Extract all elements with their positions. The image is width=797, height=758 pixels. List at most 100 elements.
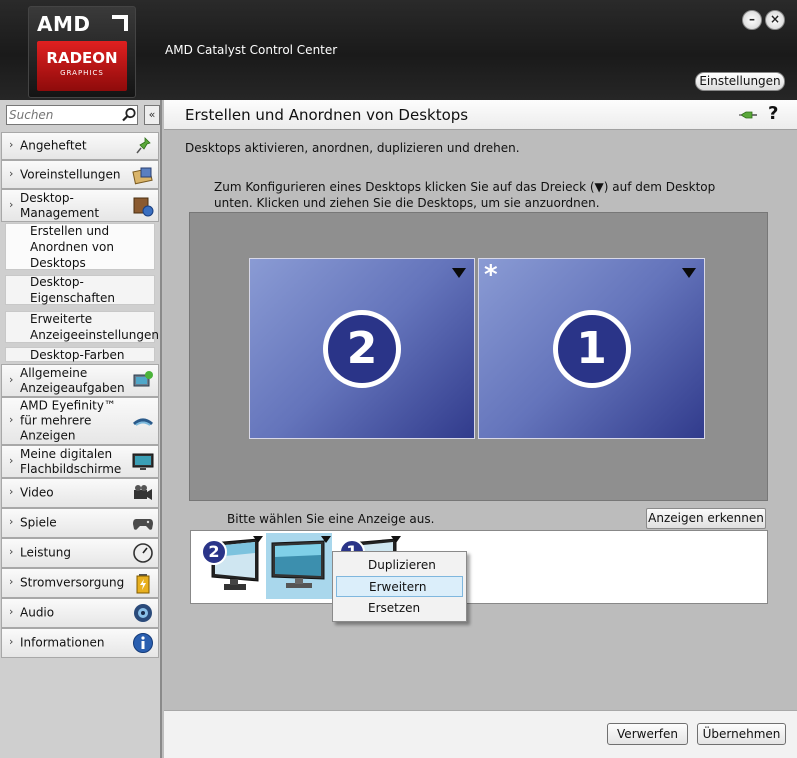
display-item-2[interactable]: 2	[198, 533, 264, 599]
sidebar-subitem-extended-display-settings[interactable]: Erweiterte Anzeigeeinstellungen	[5, 311, 159, 343]
header: AMD RADEON GRAPHICS AMD Catalyst Control…	[0, 0, 797, 100]
sidebar-subitem-create-arrange[interactable]: Erstellen und Anordnen von Desktops	[5, 223, 155, 270]
sidebar-subitem-label: Erstellen und Anordnen von Desktops	[30, 223, 114, 270]
gamepad-icon	[133, 519, 153, 530]
menu-item-extend[interactable]: Erweitern	[336, 576, 463, 597]
search-input[interactable]	[9, 107, 117, 123]
sidebar: « › Angeheftet › Voreinstellungen › Desk…	[0, 100, 162, 758]
sidebar-item-label: Informationen	[20, 635, 105, 650]
primary-desktop-marker: *	[484, 260, 498, 290]
flat-panel-icon	[132, 453, 154, 470]
info-icon	[133, 633, 153, 653]
app-window: AMD RADEON GRAPHICS AMD Catalyst Control…	[0, 0, 797, 758]
sidebar-subitem-label: Desktop-Farben	[30, 347, 125, 362]
desktop-arrangement-area: 2 * 1	[189, 212, 768, 501]
apply-button[interactable]: Übernehmen	[697, 723, 786, 745]
desktop-number-badge: 1	[552, 309, 631, 388]
minimize-button[interactable]: –	[742, 10, 762, 30]
collapse-sidebar-button[interactable]: «	[144, 105, 160, 125]
sidebar-item-label: AMD Eyefinity™ für mehrere Anzeigen	[20, 398, 116, 443]
menu-item-duplicate[interactable]: Duplizieren	[336, 555, 463, 576]
desktop-management-icon	[133, 197, 154, 216]
sidebar-subitem-desktop-properties[interactable]: Desktop-Eigenschaften	[5, 275, 155, 305]
sidebar-item-audio[interactable]: › Audio	[1, 598, 159, 628]
desktop-number-badge: 2	[323, 309, 401, 388]
sidebar-item-presets[interactable]: › Voreinstellungen	[1, 160, 159, 189]
sidebar-item-label: Video	[20, 485, 54, 500]
sidebar-item-label: Allgemeine Anzeigeaufgaben	[20, 365, 125, 395]
menu-item-label: Erweitern	[369, 580, 427, 594]
display-menu-triangle-icon[interactable]	[391, 536, 401, 543]
display-number-badge: 2	[201, 539, 227, 565]
desktop-menu-triangle-icon[interactable]	[682, 268, 696, 278]
power-battery-icon	[136, 574, 150, 594]
chevron-right-icon: ›	[9, 635, 14, 648]
sidebar-item-display-tasks[interactable]: › Allgemeine Anzeigeaufgaben	[1, 364, 159, 397]
chevron-right-icon: ›	[9, 485, 14, 498]
close-button[interactable]: ×	[765, 10, 785, 30]
display-menu-triangle-icon[interactable]	[321, 536, 331, 543]
bottom-action-bar: Verwerfen Übernehmen	[164, 710, 797, 758]
chevron-right-icon: ›	[9, 605, 14, 618]
sidebar-subitem-label: Desktop-Eigenschaften	[30, 275, 116, 305]
select-display-label: Bitte wählen Sie eine Anzeige aus.	[227, 512, 435, 526]
speaker-icon	[134, 604, 152, 622]
chevron-right-icon: ›	[9, 138, 14, 151]
sidebar-item-performance[interactable]: › Leistung	[1, 538, 159, 568]
logo-radeon-text: RADEON	[46, 49, 118, 67]
pin-icon	[136, 137, 151, 154]
presets-icon	[132, 167, 153, 184]
sidebar-item-video[interactable]: › Video	[1, 478, 159, 508]
sidebar-item-games[interactable]: › Spiele	[1, 508, 159, 538]
sidebar-item-label: Meine digitalen Flachbildschirme	[20, 446, 122, 476]
chevron-right-icon: ›	[9, 372, 14, 386]
sidebar-item-desktop-management[interactable]: › Desktop-Management	[1, 189, 159, 222]
sidebar-item-eyefinity[interactable]: › AMD Eyefinity™ für mehrere Anzeigen	[1, 397, 159, 445]
chevron-right-icon: ›	[9, 575, 14, 588]
display-tasks-icon	[133, 370, 153, 386]
chevron-right-icon: ›	[9, 545, 14, 558]
identify-displays-button[interactable]: Anzeigen erkennen	[646, 508, 766, 529]
main-panel: Erstellen und Anordnen von Desktops ? De…	[164, 100, 797, 758]
help-icon[interactable]: ?	[768, 103, 778, 124]
sidebar-item-flat-panels[interactable]: › Meine digitalen Flachbildschirme	[1, 445, 159, 478]
sidebar-item-label: Audio	[20, 605, 55, 620]
page-description: Desktops aktivieren, anordnen, duplizier…	[185, 141, 520, 155]
chevron-right-icon: ›	[9, 166, 14, 180]
desktop-tile-1[interactable]: * 1	[478, 258, 705, 439]
menu-item-replace[interactable]: Ersetzen	[336, 598, 463, 619]
sidebar-item-label: Leistung	[20, 545, 71, 560]
instructions-text: Zum Konfigurieren eines Desktops klicken…	[214, 180, 716, 210]
sidebar-item-label: Desktop-Management	[20, 190, 100, 220]
amd-radeon-logo: AMD RADEON GRAPHICS	[28, 6, 136, 98]
display-context-menu: Duplizieren Erweitern Ersetzen	[332, 551, 467, 622]
page-title: Erstellen und Anordnen von Desktops	[185, 106, 469, 124]
settings-button[interactable]: Einstellungen	[695, 72, 785, 91]
logo-amd-text: AMD	[37, 12, 91, 36]
search-box	[6, 105, 138, 125]
sidebar-item-label: Stromversorgung	[20, 575, 125, 590]
sidebar-item-label: Angeheftet	[20, 138, 87, 153]
display-item-selected[interactable]	[266, 533, 332, 599]
chevron-right-icon: ›	[9, 453, 14, 467]
sidebar-subitem-label: Erweiterte Anzeigeeinstellungen	[30, 312, 159, 342]
desktop-menu-triangle-icon[interactable]	[452, 268, 466, 278]
video-camera-icon	[134, 485, 152, 500]
search-icon[interactable]	[121, 107, 137, 123]
amd-arrow-icon	[112, 15, 128, 31]
desktop-tile-2[interactable]: 2	[249, 258, 475, 439]
logo-radeon-badge: RADEON GRAPHICS	[37, 41, 127, 91]
gauge-icon	[133, 543, 153, 563]
sidebar-item-pinned[interactable]: › Angeheftet	[1, 132, 159, 160]
sidebar-item-power[interactable]: › Stromversorgung	[1, 568, 159, 598]
app-title: AMD Catalyst Control Center	[165, 43, 338, 57]
sidebar-item-information[interactable]: › Informationen	[1, 628, 159, 658]
sidebar-item-label: Spiele	[20, 515, 57, 530]
eyefinity-icon	[133, 418, 153, 426]
chevron-down-icon: ›	[9, 197, 14, 211]
sidebar-subitem-desktop-colors[interactable]: Desktop-Farben	[5, 347, 155, 362]
display-menu-triangle-icon[interactable]	[253, 536, 263, 543]
sidebar-item-label: Voreinstellungen	[20, 167, 121, 181]
discard-button[interactable]: Verwerfen	[607, 723, 688, 745]
pin-page-icon[interactable]	[738, 106, 758, 124]
